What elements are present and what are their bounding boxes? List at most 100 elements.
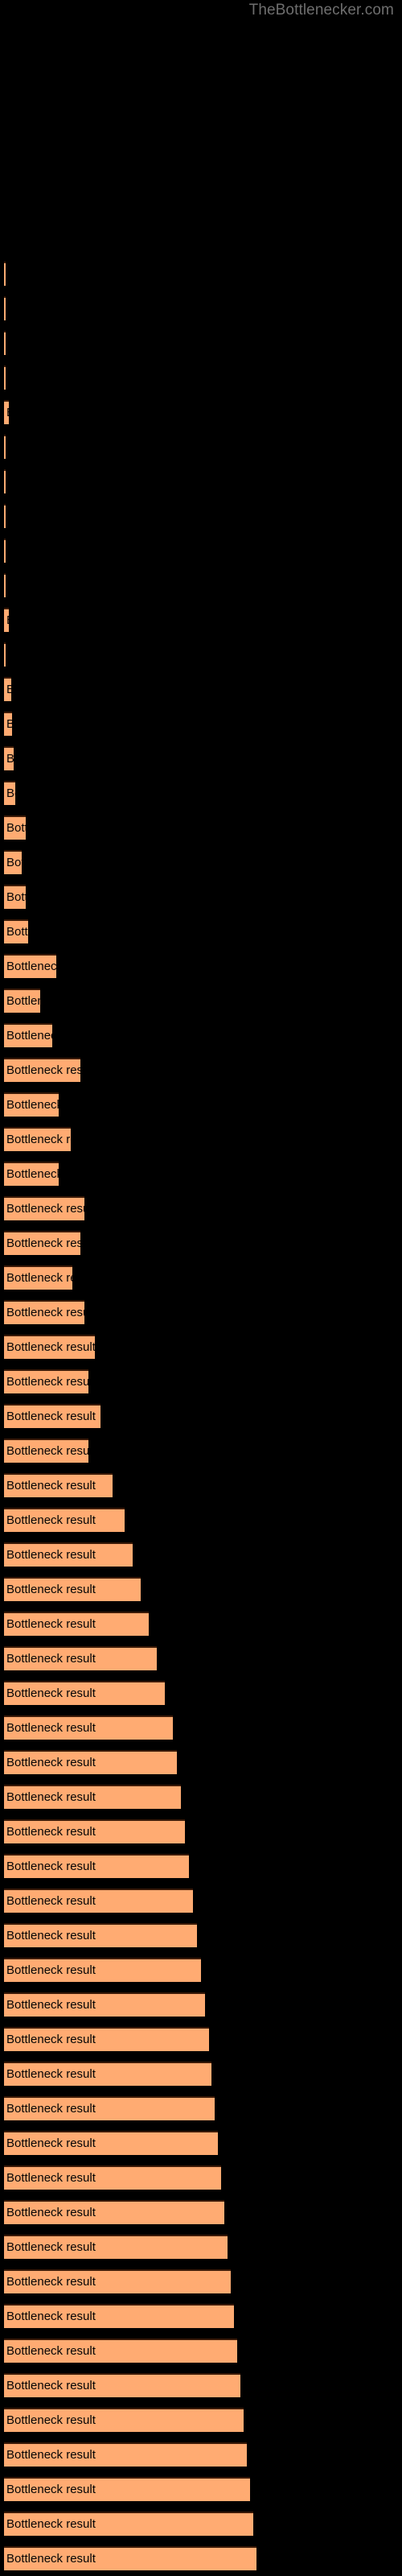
bar[interactable]: Bottleneck result bbox=[4, 400, 9, 424]
bar[interactable]: Bottleneck result bbox=[4, 1335, 95, 1359]
bar[interactable]: Bottleneck result bbox=[4, 331, 6, 355]
bar[interactable]: Bottleneck result bbox=[4, 1923, 197, 1947]
bar[interactable]: Bottleneck result bbox=[4, 2269, 231, 2293]
bar-label: Bottleneck result bbox=[6, 994, 40, 1008]
bar[interactable]: Bottleneck result bbox=[4, 1127, 71, 1151]
bar-label: Bottleneck result bbox=[6, 1271, 72, 1285]
bar[interactable]: Bottleneck result bbox=[4, 1750, 177, 1774]
bar[interactable]: Bottleneck result bbox=[4, 2062, 211, 2086]
bar[interactable]: Bottleneck result bbox=[4, 1058, 80, 1082]
bar[interactable]: Bottleneck result bbox=[4, 2442, 247, 2467]
bar[interactable]: Bottleneck result bbox=[4, 1715, 173, 1740]
bar[interactable]: Bottleneck result bbox=[4, 1646, 157, 1670]
bar[interactable]: Bottleneck result bbox=[4, 781, 15, 805]
bar-label: Bottleneck result bbox=[6, 1825, 96, 1839]
bar-label: Bottleneck result bbox=[6, 1756, 96, 1769]
bar[interactable]: Bottleneck result bbox=[4, 2096, 215, 2120]
bar[interactable]: Bottleneck result bbox=[4, 2546, 256, 2570]
bar-label: Bottleneck result bbox=[6, 1686, 96, 1700]
bar[interactable]: Bottleneck result bbox=[4, 1889, 193, 1913]
bar[interactable]: Bottleneck result bbox=[4, 746, 14, 770]
bar-label: Bottleneck result bbox=[6, 1998, 96, 2012]
bar[interactable]: Bottleneck result bbox=[4, 815, 26, 840]
bar-label: Bottleneck result bbox=[6, 821, 26, 835]
bar-label: Bottleneck result bbox=[6, 2102, 96, 2116]
bar[interactable]: Bottleneck result bbox=[4, 989, 40, 1013]
bar[interactable]: Bottleneck result bbox=[4, 1300, 84, 1324]
bar[interactable]: Bottleneck result bbox=[4, 919, 28, 943]
bar[interactable]: Bottleneck result bbox=[4, 885, 26, 909]
bar-label: Bottleneck result bbox=[6, 1202, 84, 1216]
bar[interactable]: Bottleneck result bbox=[4, 1196, 84, 1220]
bar-label: Bottleneck result bbox=[6, 1860, 96, 1873]
bar-label: Bottleneck result bbox=[6, 2448, 96, 2462]
bar-label: Bottleneck result bbox=[6, 1340, 95, 1354]
bar[interactable]: Bottleneck result bbox=[4, 1404, 100, 1428]
bar[interactable]: Bottleneck result bbox=[4, 850, 22, 874]
bar[interactable]: Bottleneck result bbox=[4, 1439, 88, 1463]
bar[interactable]: Bottleneck result bbox=[4, 2339, 237, 2363]
bar-label: Bottleneck result bbox=[6, 1375, 88, 1389]
bar-label: Bottleneck result bbox=[6, 2413, 96, 2427]
bar[interactable]: Bottleneck result bbox=[4, 1854, 189, 1878]
bar-label: Bottleneck result bbox=[6, 1133, 71, 1146]
bar[interactable]: Bottleneck result bbox=[4, 2408, 244, 2432]
bar-label: Bottleneck result bbox=[6, 786, 15, 800]
bar[interactable]: Bottleneck result bbox=[4, 2200, 224, 2224]
bar[interactable]: Bottleneck result bbox=[4, 2512, 253, 2536]
bar-label: Bottleneck result bbox=[6, 2379, 96, 2392]
bar[interactable]: Bottleneck result bbox=[4, 573, 6, 597]
bar[interactable]: Bottleneck result bbox=[4, 1542, 133, 1567]
bar-label: Bottleneck result bbox=[6, 1098, 59, 1112]
bar[interactable]: Bottleneck result bbox=[4, 1785, 181, 1809]
bar[interactable]: Bottleneck result bbox=[4, 2477, 250, 2501]
bar-label: Bottleneck result bbox=[6, 2136, 96, 2150]
bar[interactable]: Bottleneck result bbox=[4, 296, 6, 320]
bar[interactable]: Bottleneck result bbox=[4, 435, 6, 459]
bar[interactable]: Bottleneck result bbox=[4, 1681, 165, 1705]
bar-label: Bottleneck result bbox=[6, 1963, 96, 1977]
bar[interactable]: Bottleneck result bbox=[4, 1992, 205, 2017]
bar-label: Bottleneck result bbox=[6, 2033, 96, 2046]
bar-label: Bottleneck result bbox=[6, 2310, 96, 2323]
bar-label: Bottleneck result bbox=[6, 609, 9, 632]
bar[interactable]: Bottleneck result bbox=[4, 1231, 80, 1255]
bar[interactable]: Bottleneck result bbox=[4, 2131, 218, 2155]
bar[interactable]: Bottleneck result bbox=[4, 954, 56, 978]
bar[interactable]: Bottleneck result bbox=[4, 2165, 221, 2190]
bar[interactable]: Bottleneck result bbox=[4, 1265, 72, 1290]
bar[interactable]: Bottleneck result bbox=[4, 712, 12, 736]
bar[interactable]: Bottleneck result bbox=[4, 2304, 234, 2328]
bar[interactable]: Bottleneck result bbox=[4, 1612, 149, 1636]
bar[interactable]: Bottleneck result bbox=[4, 1473, 113, 1497]
bar[interactable]: Bottleneck result bbox=[4, 2027, 209, 2051]
bar[interactable]: Bottleneck result bbox=[4, 1369, 88, 1393]
bar[interactable]: Bottleneck result bbox=[4, 2373, 240, 2397]
bar[interactable]: Bottleneck result bbox=[4, 365, 6, 390]
bottleneck-bar-chart: Bottleneck result Bottleneck result Bottle… bbox=[0, 0, 402, 2576]
bar[interactable]: Bottleneck result bbox=[4, 469, 6, 493]
bar[interactable]: Bottleneck result bbox=[4, 1023, 52, 1047]
bar[interactable]: Bottleneck result bbox=[4, 642, 6, 667]
bar-label: Bottleneck result bbox=[6, 1721, 96, 1735]
bar[interactable]: Bottleneck result bbox=[4, 262, 6, 286]
bar-label: Bottleneck result bbox=[6, 2067, 96, 2081]
bar[interactable]: Bottleneck result bbox=[4, 504, 6, 528]
bar-label: Bottleneck result bbox=[6, 1479, 96, 1492]
bar[interactable]: Bottleneck result bbox=[4, 677, 11, 701]
bar-label: Bottleneck result bbox=[6, 1548, 96, 1562]
bar-label: Bottleneck result bbox=[6, 1513, 96, 1527]
bar[interactable]: Bottleneck result bbox=[4, 1162, 59, 1186]
bar[interactable]: Bottleneck result bbox=[4, 1577, 141, 1601]
bar-label: Bottleneck result bbox=[6, 748, 14, 770]
bar-label: Bottleneck result bbox=[6, 679, 11, 701]
bar-label: Bottleneck result bbox=[6, 2171, 96, 2185]
bar[interactable]: Bottleneck result bbox=[4, 1092, 59, 1117]
bar[interactable]: Bottleneck result bbox=[4, 1958, 201, 1982]
bar[interactable]: Bottleneck result bbox=[4, 1508, 125, 1532]
bar[interactable]: Bottleneck result bbox=[4, 1819, 185, 1843]
bar-label: Bottleneck result bbox=[6, 713, 12, 736]
bar[interactable]: Bottleneck result bbox=[4, 2235, 228, 2259]
bar[interactable]: Bottleneck result bbox=[4, 539, 6, 563]
bar[interactable]: Bottleneck result bbox=[4, 608, 9, 632]
